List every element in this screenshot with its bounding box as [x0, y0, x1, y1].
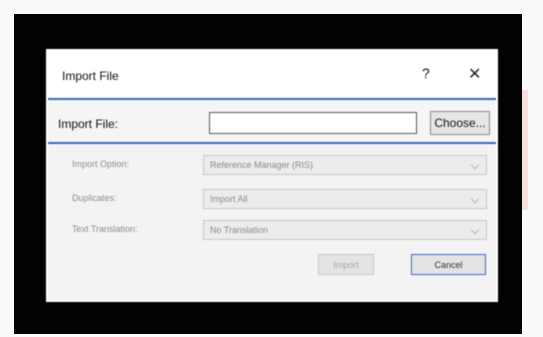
duplicates-value: Import All — [210, 194, 248, 204]
import-button[interactable]: Import — [318, 254, 374, 275]
choose-button[interactable]: Choose... — [430, 111, 490, 135]
chevron-down-icon — [470, 225, 480, 235]
dialog-title-bar: Import File ? ✕ — [48, 51, 496, 97]
import-file-row: Import File: Choose... — [48, 98, 496, 144]
duplicates-row: Duplicates: Import All — [48, 189, 496, 211]
text-translation-select[interactable]: No Translation — [203, 220, 487, 240]
close-icon[interactable]: ✕ — [468, 64, 481, 84]
import-option-select[interactable]: Reference Manager (RIS) — [203, 155, 487, 175]
import-file-dialog: Import File ? ✕ Import File: Choose... I… — [46, 49, 498, 302]
text-translation-value: No Translation — [210, 225, 269, 235]
import-option-label: Import Option: — [72, 159, 130, 169]
cancel-button[interactable]: Cancel — [411, 254, 486, 275]
help-button[interactable]: ? — [422, 65, 430, 81]
text-translation-row: Text Translation: No Translation — [48, 220, 496, 242]
chevron-down-icon — [470, 160, 480, 170]
import-option-row: Import Option: Reference Manager (RIS) — [48, 155, 496, 177]
background-edge — [522, 90, 528, 210]
import-file-label: Import File: — [58, 117, 119, 131]
chevron-down-icon — [470, 194, 480, 204]
dialog-title: Import File — [62, 69, 119, 83]
duplicates-select[interactable]: Import All — [203, 189, 487, 209]
import-file-input[interactable] — [209, 112, 417, 134]
duplicates-label: Duplicates: — [72, 193, 117, 203]
text-translation-label: Text Translation: — [72, 224, 138, 234]
import-option-value: Reference Manager (RIS) — [210, 160, 314, 170]
